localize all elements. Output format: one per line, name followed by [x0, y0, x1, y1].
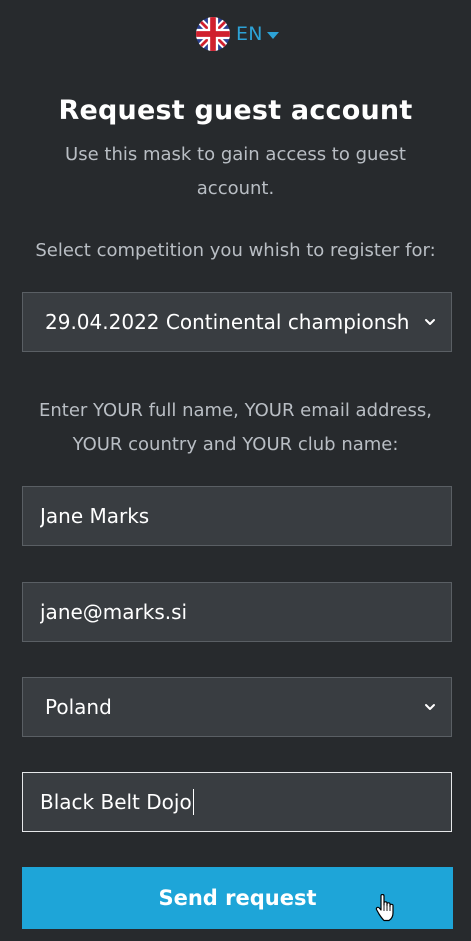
page-title: Request guest account: [58, 95, 413, 126]
competition-label: Select competition you whish to register…: [35, 240, 436, 261]
page-subtitle: Use this mask to gain access to guest ac…: [65, 144, 406, 199]
guest-account-page: EN Request guest account Use this mask t…: [0, 0, 471, 941]
country-selected-value: Poland: [45, 695, 112, 719]
text-caret: [192, 789, 194, 815]
club-name-value: Black Belt Dojo: [40, 790, 192, 814]
chevron-down-icon: [425, 319, 435, 325]
email-input[interactable]: jane@marks.si: [22, 582, 452, 642]
club-name-input[interactable]: Black Belt Dojo: [22, 772, 452, 832]
competition-selected-value: 29.04.2022 Continental championsh: [45, 310, 410, 334]
full-name-value: Jane Marks: [40, 504, 150, 528]
chevron-down-icon: [425, 704, 435, 710]
uk-flag-icon: [196, 17, 230, 51]
language-code: EN: [236, 23, 263, 45]
country-select[interactable]: Poland: [22, 677, 452, 737]
email-value: jane@marks.si: [40, 600, 188, 624]
details-label: Enter YOUR full name, YOUR email address…: [39, 400, 432, 455]
send-request-button[interactable]: Send request: [22, 867, 453, 929]
full-name-input[interactable]: Jane Marks: [22, 486, 452, 546]
language-selector[interactable]: EN: [196, 16, 279, 52]
competition-select[interactable]: 29.04.2022 Continental championsh: [22, 292, 452, 352]
caret-down-icon: [266, 31, 279, 39]
